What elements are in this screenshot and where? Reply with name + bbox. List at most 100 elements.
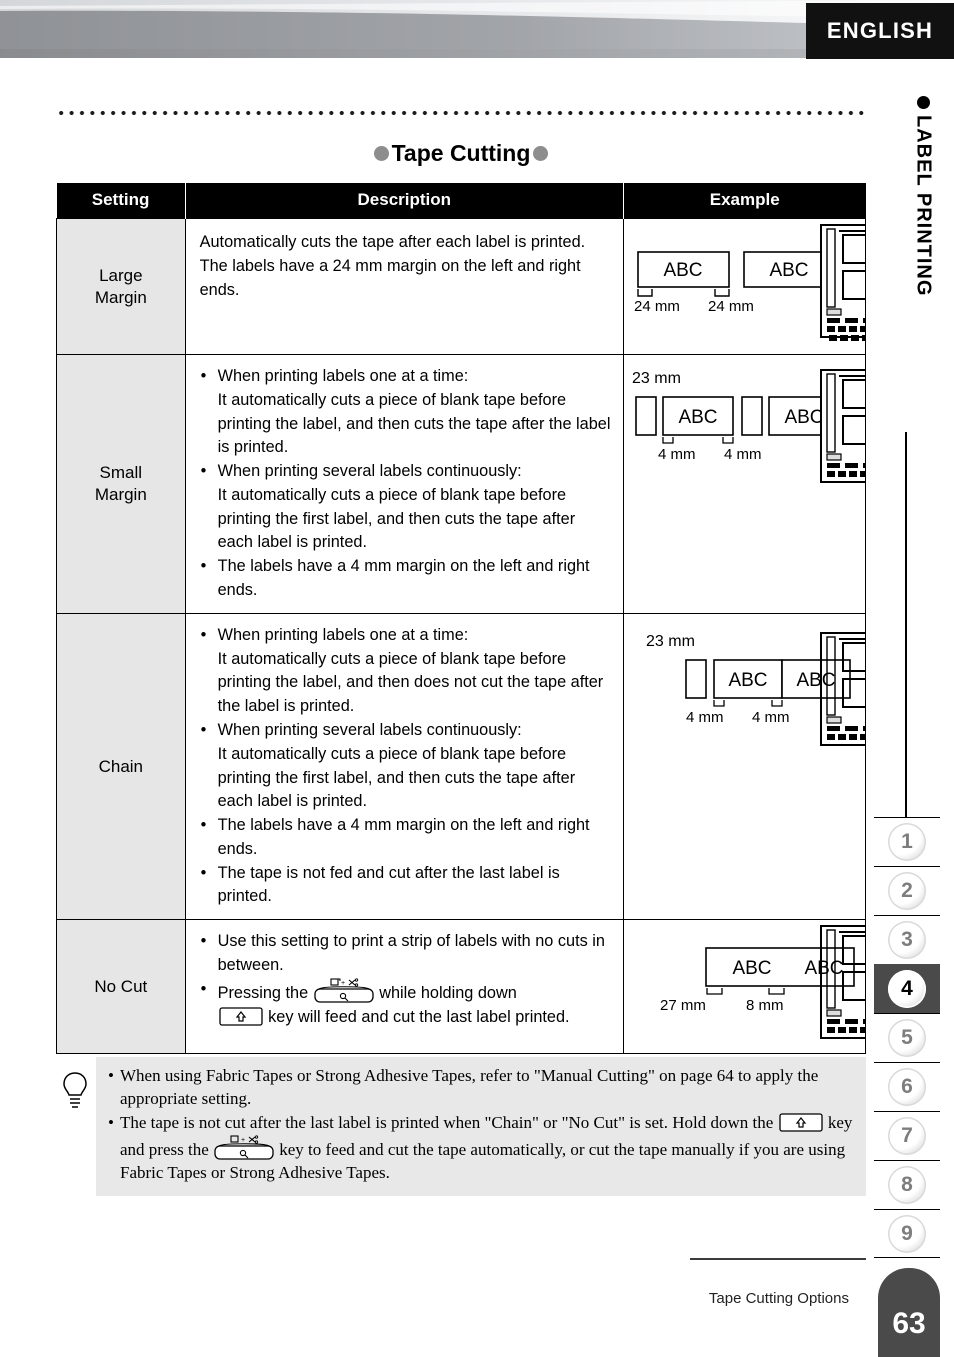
table-row: SmallMargin When printing labels one at … [56,354,867,614]
svg-text:+: + [241,1137,245,1144]
table-row: No Cut Use this setting to print a strip… [56,919,867,1055]
tape-cutting-table: Setting Description Example Large Margin … [56,183,867,1055]
chapter-number: 3 [888,921,926,959]
key-sentence-part1: Pressing the [217,983,309,1002]
chapter-tab-4[interactable]: 4 [874,964,940,1013]
example-illustration-chain: 23 mm ABC ABC 4 mm 4 mm [646,631,865,746]
setting-label: Large Margin [94,265,147,307]
chapter-number: 6 [888,1068,926,1106]
chapter-title-text: LABEL PRINTING [912,115,935,297]
key-sentence-part3: key will feed and cut the last label pri… [268,1007,570,1026]
description-bullet: The labels have a 4 mm margin on the lef… [198,555,613,603]
lightbulb-icon [60,1070,90,1112]
feed-and-cut-key-icon: + [213,1135,275,1161]
setting-label: Small Margin [94,463,147,504]
description-chain: When printing labels one at a time:It au… [184,612,624,921]
example-measure: 4 mm [752,709,790,726]
sidebar-rule [905,432,907,817]
shift-key-icon [218,1006,264,1028]
example-measure: 24 mm [634,298,680,315]
example-no-cut: ABC ABC 27 mm 8 mm [622,919,867,1055]
description-bullet: When printing several labels continuousl… [198,719,613,814]
svg-text:+: + [341,980,345,987]
description-large-margin: Automatically cuts the tape after each l… [184,218,624,355]
example-label-text: ABC [678,407,717,428]
example-measure: 4 mm [724,446,762,463]
example-small-margin: 23 mm ABC ABC 4 mm 4 mm [622,354,867,614]
chapter-bullet-icon [916,96,930,109]
table-row: Chain When printing labels one at a time… [56,612,867,921]
setting-label: Chain [98,756,144,776]
description-small-margin: When printing labels one at a time:It au… [184,354,624,614]
tip-note-box: When using Fabric Tapes or Strong Adhesi… [96,1057,866,1196]
example-label-text: ABC [732,958,771,979]
label-printer-icon [819,369,865,483]
chapter-number: 8 [888,1166,926,1204]
page-number-badge: 63 [878,1268,940,1357]
chapter-tab-9[interactable]: 9 [874,1209,940,1258]
table-row: Large Margin Automatically cuts the tape … [56,218,867,355]
setting-name-chain: Chain [56,612,186,921]
chapter-vertical-title: LABEL PRINTING [906,96,940,296]
chapter-number: 5 [888,1019,926,1057]
example-chain: 23 mm ABC ABC 4 mm 4 mm [622,612,867,921]
description-bullet: The tape is not fed and cut after the la… [198,862,613,910]
chapter-number: 1 [888,823,926,861]
setting-name-large-margin: Large Margin [56,218,186,355]
example-illustration-small-margin: 23 mm ABC ABC 4 mm 4 mm [632,369,865,483]
chapter-number: 9 [888,1214,926,1253]
feed-and-cut-key-icon: + [313,978,375,1004]
shift-key-icon [778,1112,824,1134]
footer-section-name: Tape Cutting Options [708,1290,849,1307]
chapter-tab-5[interactable]: 5 [874,1013,940,1062]
example-large-margin: ABC ABC 24 mm 24 mm [622,218,867,355]
example-label-text: ABC [796,670,835,691]
table-header-row: Setting Description Example [56,183,866,219]
label-printer-icon [819,925,865,1040]
example-label-text: ABC [784,407,823,428]
description-bullet-with-keys: Pressing the + [198,978,613,1030]
description-bullet: Use this setting to print a strip of lab… [198,930,613,978]
title-bullet-left-icon [373,146,389,161]
column-header-description: Description [184,183,624,219]
chapter-tab-7[interactable]: 7 [874,1111,940,1160]
chapter-tab-2[interactable]: 2 [874,866,940,915]
chapter-tab-6[interactable]: 6 [874,1062,940,1111]
chapter-tab-1[interactable]: 1 [874,817,940,866]
example-illustration-no-cut: ABC ABC 27 mm 8 mm [660,925,865,1040]
description-bullet: The labels have a 4 mm margin on the lef… [198,814,613,862]
title-bullet-right-icon [533,146,549,161]
setting-name-no-cut: No Cut [56,919,186,1055]
example-illustration-large-margin: ABC ABC 24 mm 24 mm [634,224,865,341]
example-label-text: ABC [663,260,702,281]
chapter-tab-8[interactable]: 8 [874,1160,940,1209]
dotted-divider [56,108,866,118]
footer-rule [690,1258,866,1260]
example-measure: 4 mm [658,446,696,463]
description-bullet: When printing labels one at a time:It au… [198,624,613,719]
setting-name-small-margin: Small Margin [56,354,186,614]
label-printer-icon [819,224,865,341]
setting-label: No Cut [94,976,148,996]
page-title-text: Tape Cutting [391,140,531,166]
chapter-tab-3[interactable]: 3 [874,915,940,964]
column-header-example: Example [622,183,866,219]
description-no-cut: Use this setting to print a strip of lab… [184,919,624,1055]
column-header-setting: Setting [56,183,186,219]
example-measure: 4 mm [686,709,724,726]
example-top-measure: 23 mm [632,370,681,387]
label-printer-icon [819,631,865,746]
note-text-part1: The tape is not cut after the last label… [120,1112,774,1132]
chapter-number: 4 [888,970,926,1008]
note-item-with-keys: The tape is not cut after the last label… [106,1112,854,1185]
page-title: Tape Cutting [56,140,866,167]
example-label-text: ABC [728,670,767,691]
description-text: Automatically cuts the tape after each l… [199,233,586,299]
note-item: When using Fabric Tapes or Strong Adhesi… [106,1065,854,1111]
language-tab: ENGLISH [806,3,954,59]
example-top-measure: 23 mm [646,633,695,650]
chapter-number: 2 [888,872,926,910]
description-bullet: When printing labels one at a time:It au… [198,365,613,460]
example-measure: 27 mm [660,997,706,1014]
chapter-tabs: 1 2 3 4 5 6 7 8 9 [874,817,940,1258]
